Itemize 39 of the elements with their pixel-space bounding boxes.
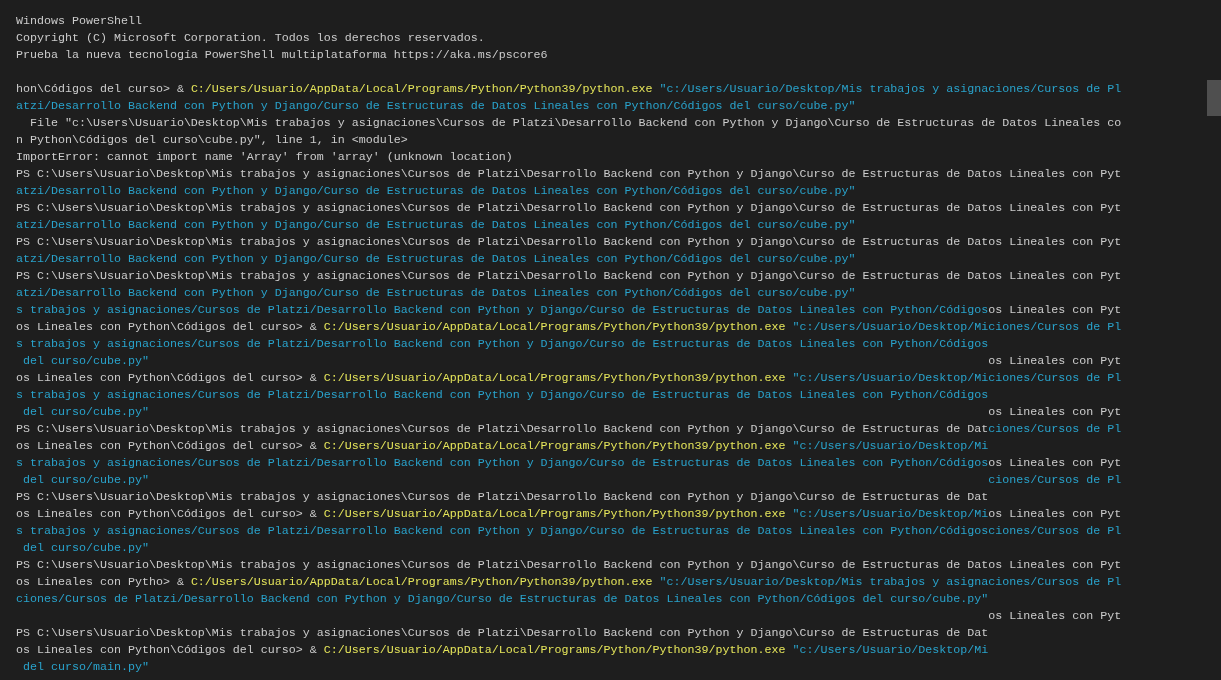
terminal-line: atzi/Desarrollo Backend con Python y Django/Curso de Estructuras de Datos Lineales con Python/Códigos del curso/cube.py" bbox=[16, 285, 857, 302]
terminal-line: atzi/Desarrollo Backend con Python y Django/Curso de Estructuras de Datos Lineales con Python/Códigos del curso/cube.py" bbox=[16, 183, 857, 200]
terminal-line: del curso/cube.py" ciones/Cursos de Pl bbox=[22, 472, 1122, 489]
terminal-line: s trabajos y asignaciones/Cursos de Platzi/Desarrollo Backend con Python y Django/Curso de Estructuras de Datos Lineales con Python/Códigos bbox=[16, 387, 990, 404]
terminal-line: atzi/Desarrollo Backend con Python y Django/Curso de Estructuras de Datos Lineales con Python/Códigos del curso/cube.py" bbox=[16, 217, 857, 234]
terminal-line: Copyright (C) Microsoft Corporation. Todos los derechos reservados. bbox=[16, 30, 486, 47]
terminal-line: atzi/Desarrollo Backend con Python y Django/Curso de Estructuras de Datos Lineales con Python/Códigos del curso/cube.py" bbox=[16, 98, 857, 115]
terminal-line: os Lineales con Python\Códigos del curso> & C:/Users/Usuario/AppData/Local/Programs/Python/Python39/python.exe "c:/Users/Usuario/Desktop/Miciones/Cursos de Pl bbox=[16, 319, 1122, 336]
terminal-line: hon\Códigos del curso> & C:/Users/Usuario/AppData/Local/Programs/Python/Python39/python.exe "c:/Users/Usuario/Desktop/Mis trabajos y asignaciones/Cursos de Pl bbox=[16, 81, 1122, 98]
terminal-line: s trabajos y asignaciones/Cursos de Platzi/Desarrollo Backend con Python y Django/Curso de Estructuras de Datos Lineales con Python/Códigosos Lineales con Pyt bbox=[16, 455, 1122, 472]
terminal-line: os Lineales con Pyt bbox=[987, 608, 1122, 625]
terminal-line: File "c:\Users\Usuario\Desktop\Mis trabajos y asignaciones\Cursos de Platzi\Desarrollo Backend con Python y Django\Curso de Estructuras de Datos Lineales co bbox=[29, 115, 1122, 132]
terminal-line: PS C:\Users\Usuario\Desktop\Mis trabajos y asignaciones\Cursos de Platzi\Desarrollo Backend con Python y Django\Curso de Estructuras de Datos Lineales con Pyt bbox=[16, 234, 1122, 251]
terminal-line: PS C:\Users\Usuario\Desktop\Mis trabajos y asignaciones\Cursos de Platzi\Desarrollo Backend con Python y Django\Curso de Estructuras de Datos Lineales con Pyt bbox=[16, 557, 1122, 574]
terminal-line: PS C:\Users\Usuario\Desktop\Mis trabajos y asignaciones\Cursos de Platzi\Desarrollo Backend con Python y Django\Curso de Estructuras de Datos Lineales con Pyt bbox=[16, 200, 1122, 217]
terminal-line: Windows PowerShell bbox=[16, 13, 143, 30]
terminal-line: Prueba la nueva tecnología PowerShell multiplataforma https://aka.ms/pscore6 bbox=[16, 47, 549, 64]
terminal-line: os Lineales con Pytho> & C:/Users/Usuario/AppData/Local/Programs/Python/Python39/python.exe "c:/Users/Usuario/Desktop/Mis trabajos y asignaciones/Cursos de Pl bbox=[16, 574, 1122, 591]
terminal-line: s trabajos y asignaciones/Cursos de Platzi/Desarrollo Backend con Python y Django/Curso de Estructuras de Datos Lineales con Python/Códigosos Lineales con Pyt bbox=[16, 302, 1122, 319]
terminal-line: os Lineales con Python\Códigos del curso> & C:/Users/Usuario/AppData/Local/Programs/Python/Python39/python.exe "c:/Users/Usuario/Desktop/Mios Lineales con Pyt bbox=[16, 506, 1122, 523]
terminal-line: del curso/cube.py" bbox=[22, 540, 150, 557]
terminal-line: PS C:\Users\Usuario\Desktop\Mis trabajos y asignaciones\Cursos de Platzi\Desarrollo Backend con Python y Django\Curso de Estructuras de Dat bbox=[16, 489, 990, 506]
terminal-line: os Lineales con Python\Códigos del curso> & C:/Users/Usuario/AppData/Local/Programs/Python/Python39/python.exe "c:/Users/Usuario/Desktop/Mi bbox=[16, 438, 990, 455]
terminal-line: os Lineales con Python\Códigos del curso> & C:/Users/Usuario/AppData/Local/Programs/Python/Python39/python.exe "c:/Users/Usuario/Desktop/Mi bbox=[16, 642, 990, 659]
terminal-line: del curso/cube.py" os Lineales con Pyt bbox=[22, 404, 1122, 421]
terminal-line: PS C:\Users\Usuario\Desktop\Mis trabajos y asignaciones\Cursos de Platzi\Desarrollo Backend con Python y Django\Curso de Estructuras de Datos Lineales con Pyt bbox=[16, 166, 1122, 183]
terminal-line: PS C:\Users\Usuario\Desktop\Mis trabajos y asignaciones\Cursos de Platzi\Desarrollo Backend con Python y Django\Curso de Estructuras de Datciones/Cursos de Pl bbox=[16, 421, 1122, 438]
terminal-line: ciones/Cursos de Platzi/Desarrollo Backend con Python y Django/Curso de Estructuras de Datos Lineales con Python/Códigos del curso/cube.py" bbox=[16, 591, 990, 608]
terminal-line: ImportError: cannot import name 'Array' from 'array' (unknown location) bbox=[16, 149, 514, 166]
terminal-line: atzi/Desarrollo Backend con Python y Django/Curso de Estructuras de Datos Lineales con Python/Códigos del curso/cube.py" bbox=[16, 251, 857, 268]
terminal-line: PS C:\Users\Usuario\Desktop\Mis trabajos y asignaciones\Cursos de Platzi\Desarrollo Backend con Python y Django\Curso de Estructuras de Dat bbox=[16, 625, 990, 642]
terminal-line: PS C:\Users\Usuario\Desktop\Mis trabajos y asignaciones\Cursos de Platzi\Desarrollo Backend con Python y Django\Curso de Estructuras de Datos Lineales con Pyt bbox=[16, 268, 1122, 285]
terminal-line: del curso/cube.py" os Lineales con Pyt bbox=[22, 353, 1122, 370]
terminal-line: n Python\Códigos del curso\cube.py", line 1, in <module> bbox=[16, 132, 409, 149]
terminal-line: s trabajos y asignaciones/Cursos de Platzi/Desarrollo Backend con Python y Django/Curso de Estructuras de Datos Lineales con Python/Códigos bbox=[16, 336, 990, 353]
terminal-line: os Lineales con Python\Códigos del curso> & C:/Users/Usuario/AppData/Local/Programs/Python/Python39/python.exe "c:/Users/Usuario/Desktop/Miciones/Cursos de Pl bbox=[16, 370, 1122, 387]
terminal-line: del curso/main.py" bbox=[22, 659, 150, 676]
terminal-line: s trabajos y asignaciones/Cursos de Platzi/Desarrollo Backend con Python y Django/Curso de Estructuras de Datos Lineales con Python/Códigosciones/Cursos de Pl bbox=[16, 523, 1122, 540]
scrollbar-thumb[interactable] bbox=[1207, 80, 1221, 116]
